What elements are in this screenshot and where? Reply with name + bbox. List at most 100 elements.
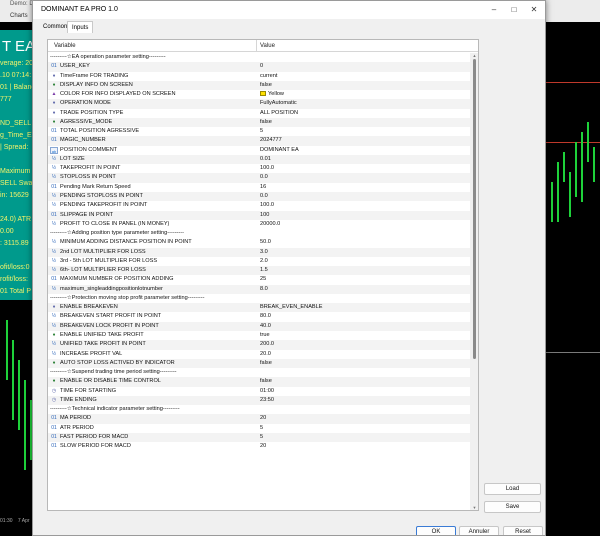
grid-scrollbar[interactable]: ▲ ▼ (470, 53, 478, 510)
input-value[interactable]: 16 (260, 183, 266, 192)
input-row[interactable]: ▲ COLOR FOR INFO DISPLAYED ON SCREEN Yello… (48, 90, 470, 100)
input-row[interactable]: ½ MINIMUM ADDING DISTANCE POSITION IN POI… (48, 238, 470, 248)
save-button[interactable]: Save (484, 501, 541, 513)
section-header-row[interactable]: ---------☆Adding position type parameter… (48, 229, 470, 239)
input-row[interactable]: ab POSITION COMMENT DOMINANT EA (48, 145, 470, 155)
column-header-value[interactable]: Value (260, 43, 275, 49)
input-row[interactable]: 01 MAGIC_NUMBER 2024777 (48, 136, 470, 146)
input-row[interactable]: ♦ TimeFrame FOR TRADING current (48, 71, 470, 81)
input-value[interactable]: false (260, 118, 272, 127)
dialog-titlebar[interactable]: DOMINANT EA PRO 1.0 – □ ✕ (33, 1, 545, 19)
input-row[interactable]: ♦ AUTO STOP LOSS ACTIVED BY INDICATOR fals… (48, 358, 470, 369)
input-value[interactable]: current (260, 72, 277, 81)
input-value[interactable]: 20 (260, 414, 266, 423)
input-row[interactable]: ♦ AGRESSIVE_MODE false (48, 117, 470, 128)
cancel-button[interactable]: Annuler (459, 526, 499, 535)
input-value[interactable]: BREAK_EVEN_ENABLE (260, 303, 323, 312)
input-value[interactable]: 100 (260, 211, 269, 220)
input-row[interactable]: ◷ TIME ENDING 23:50 (48, 395, 470, 406)
input-value[interactable]: 0.0 (260, 192, 268, 201)
input-row[interactable]: 01 Pending Mark Return Speed 16 (48, 182, 470, 192)
input-value[interactable]: 100.0 (260, 164, 274, 173)
input-row[interactable]: ♦ ENABLE OR DISABLE TIME CONTROL false (48, 377, 470, 387)
input-value[interactable]: 200.0 (260, 340, 274, 349)
maximize-icon[interactable]: □ (507, 4, 521, 16)
input-row[interactable]: 01 SLIPPAGE IN POINT 100 (48, 210, 470, 220)
input-row[interactable]: ½ PENDING STOPLOSS IN POINT 0.0 (48, 191, 470, 202)
minimize-icon[interactable]: – (487, 4, 501, 16)
bool-type-icon: ♦ (52, 359, 56, 366)
input-value[interactable]: true (260, 331, 270, 340)
input-value[interactable]: 20.0 (260, 350, 271, 359)
input-value[interactable]: 01:00 (260, 387, 274, 396)
input-value[interactable]: 8.0 (260, 285, 268, 294)
input-value[interactable]: false (260, 81, 272, 90)
section-header-row[interactable]: ---------☆Protection moving stop profit … (48, 293, 470, 304)
input-value[interactable]: false (260, 377, 272, 386)
input-row[interactable]: ♦ TRADE POSITION TYPE ALL POSITION (48, 108, 470, 118)
input-value[interactable]: 2024777 (260, 136, 282, 145)
input-row[interactable]: ½ 3rd - 5th LOT MULTIPLIER FOR LOSS 2.0 (48, 256, 470, 267)
input-row[interactable]: ♦ OPERATION MODE FullyAutomatic (48, 99, 470, 109)
scroll-down-icon[interactable]: ▼ (471, 505, 478, 510)
input-row[interactable]: ½ LOT SIZE 0.01 (48, 154, 470, 165)
input-row[interactable]: 01 FAST PERIOD FOR MACD 5 (48, 432, 470, 443)
input-row[interactable]: ½ INCREASE PROFIT VAL 20.0 (48, 349, 470, 359)
input-row[interactable]: ♦ DISPLAY INFO ON SCREEN false (48, 80, 470, 91)
ea-panel-line: 24.0) ATR (0, 216, 31, 223)
input-row[interactable]: ½ maximum_singleaddingpositionlotnumber 8.… (48, 284, 470, 294)
input-value[interactable]: 0 (260, 62, 263, 71)
input-row[interactable]: 01 MA PERIOD 20 (48, 414, 470, 424)
input-value[interactable]: FullyAutomatic (260, 99, 297, 108)
input-value[interactable]: 80.0 (260, 312, 271, 321)
input-row[interactable]: 01 TOTAL POSITION AGRESSIVE 5 (48, 127, 470, 137)
input-value[interactable]: Yellow (260, 90, 284, 99)
input-value[interactable]: 5 (260, 127, 263, 136)
scrollbar-thumb[interactable] (473, 59, 476, 359)
terminal-menu-charts[interactable]: Charts (10, 13, 28, 19)
input-value[interactable]: 25 (260, 275, 266, 284)
input-value[interactable]: 20000.0 (260, 220, 280, 229)
input-value[interactable]: 0.01 (260, 155, 271, 164)
input-row[interactable]: ½ TAKEPROFIT IN POINT 100.0 (48, 164, 470, 174)
input-row[interactable]: 01 USER_KEY 0 (48, 62, 470, 72)
input-value[interactable]: false (260, 359, 272, 368)
section-header-row[interactable]: ---------☆Technical indicator parameter … (48, 405, 470, 415)
close-icon[interactable]: ✕ (527, 4, 541, 16)
reset-button[interactable]: Reset (503, 526, 543, 535)
input-row[interactable]: ½ BREAKEVEN LOCK PROFIT IN POINT 40.0 (48, 321, 470, 331)
input-row[interactable]: ½ BREAKEVEN START PROFIT IN POINT 80.0 (48, 312, 470, 322)
input-value[interactable]: 1.5 (260, 266, 268, 275)
input-row[interactable]: ½ 2nd LOT MULTIPLIER FOR LOSS 3.0 (48, 247, 470, 257)
input-row[interactable]: ½ PROFIT TO CLOSE IN PANEL (IN MONEY) 2000… (48, 219, 470, 230)
input-row[interactable]: ½ STOPLOSS IN POINT 0.0 (48, 173, 470, 183)
input-row[interactable]: ½ UNIFIED TAKE PROFIT IN POINT 200.0 (48, 340, 470, 350)
section-header-row[interactable]: ---------☆Suspend trading time period se… (48, 368, 470, 378)
input-row[interactable]: ½ 6th- LOT MULTIPLIER FOR LOSS 1.5 (48, 266, 470, 276)
input-row[interactable]: 01 ATR PERIOD 5 (48, 423, 470, 433)
input-value[interactable]: 20 (260, 442, 266, 451)
input-value[interactable]: 5 (260, 433, 263, 442)
input-value[interactable]: 50.0 (260, 238, 271, 247)
section-header-row[interactable]: ---------☆EA operation parameter setting… (48, 53, 470, 63)
input-value[interactable]: 3.0 (260, 248, 268, 257)
input-row[interactable]: ◷ TIME FOR STARTING 01:00 (48, 386, 470, 396)
ok-button[interactable]: OK (416, 526, 456, 535)
input-row[interactable]: 01 SLOW PERIOD FOR MACD 20 (48, 442, 470, 452)
input-value[interactable]: ALL POSITION (260, 109, 298, 118)
input-value[interactable]: 2.0 (260, 257, 268, 266)
input-row[interactable]: 01 MAXIMUM NUMBER OF POSITION ADDING 25 (48, 275, 470, 285)
tab-inputs[interactable]: Inputs (67, 21, 94, 33)
column-divider[interactable] (256, 40, 257, 52)
input-row[interactable]: ♦ ENABLE BREAKEVEN BREAK_EVEN_ENABLE (48, 303, 470, 313)
input-value[interactable]: 23:50 (260, 396, 274, 405)
input-row[interactable]: ♦ ENABLE UNIFIED TAKE PROFIT true (48, 330, 470, 341)
input-value[interactable]: 0.0 (260, 173, 268, 182)
input-value[interactable]: 5 (260, 424, 263, 433)
input-value[interactable]: 40.0 (260, 322, 271, 331)
column-header-variable[interactable]: Variable (54, 43, 76, 49)
input-value[interactable]: DOMINANT EA (260, 146, 299, 155)
input-value[interactable]: 100.0 (260, 201, 274, 210)
load-button[interactable]: Load (484, 483, 541, 495)
input-row[interactable]: ½ PENDING TAKEPROFIT IN POINT 100.0 (48, 201, 470, 211)
